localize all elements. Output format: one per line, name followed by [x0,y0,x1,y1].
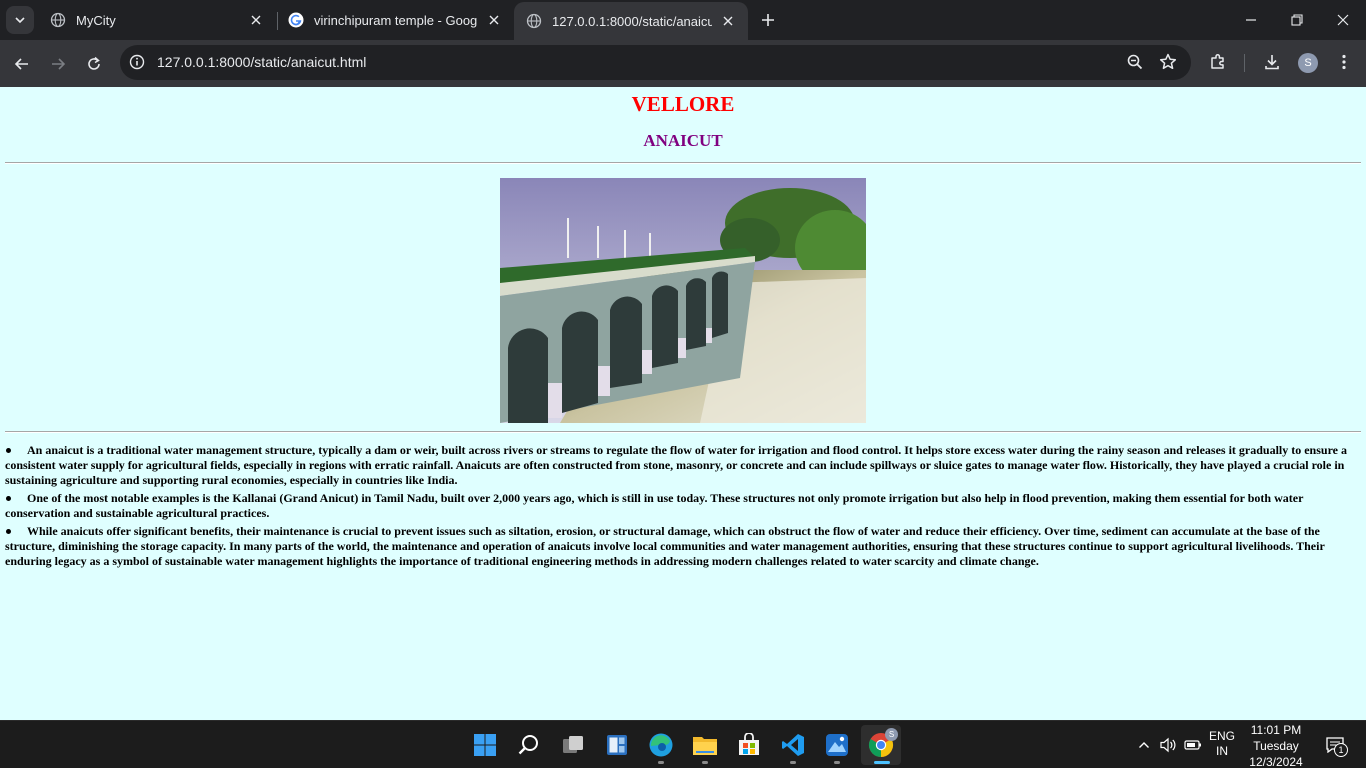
language-region: IN [1216,744,1228,758]
description-list: An anaicut is a traditional water manage… [5,443,1355,572]
restore-icon [1291,14,1303,26]
tab-google-search[interactable]: virinchipuram temple - Google [276,0,514,40]
anaicut-photo [500,178,866,423]
search-icon [518,735,538,755]
bullet-icon [6,448,11,453]
battery-icon [1184,740,1201,750]
bullet-icon [6,496,11,501]
vscode-app[interactable] [773,725,813,765]
running-indicator [834,761,840,764]
reload-icon [88,56,100,70]
globe-icon [50,12,66,28]
extensions-icon[interactable] [1208,52,1228,72]
bookmark-star-icon[interactable] [1158,52,1178,72]
close-icon[interactable] [248,12,264,28]
arrow-left-icon [14,58,28,70]
list-item-text: An anaicut is a traditional water manage… [5,443,1348,487]
volume-button[interactable] [1156,721,1180,768]
web-page: VELLORE ANAICUT An anaicut is a traditio… [0,87,1366,720]
close-window-button[interactable] [1320,0,1366,40]
tab-mycity[interactable]: MyCity [38,0,276,40]
task-view-button[interactable] [553,725,593,765]
info-icon[interactable] [128,53,146,71]
file-explorer-icon [693,737,717,755]
bullet-icon [6,529,11,534]
forward-button[interactable] [44,50,72,78]
horizontal-rule [5,431,1361,433]
toolbar-divider [1244,54,1245,72]
edge-icon [649,733,673,757]
list-item: An anaicut is a traditional water manage… [5,443,1355,488]
tab-anaicut[interactable]: 127.0.0.1:8000/static/anaicut.htm [514,2,748,40]
edge-app[interactable] [641,725,681,765]
widgets-icon [607,735,627,755]
clock-time: 11:01 PM [1250,723,1302,737]
chrome-app[interactable]: S [861,725,901,765]
battery-button[interactable] [1182,721,1204,768]
language-code: ENG [1208,729,1235,743]
zoom-out-icon[interactable] [1125,52,1145,72]
store-app[interactable] [729,725,769,765]
running-indicator [874,761,890,764]
globe-icon [526,13,542,29]
back-button[interactable] [8,50,36,78]
tab-strip: MyCity virinchipuram temple - Google 127… [0,0,1366,40]
running-indicator [658,761,664,764]
photos-app[interactable] [817,725,857,765]
photos-icon [826,734,848,756]
widgets-button[interactable] [597,725,637,765]
page-subtitle: ANAICUT [643,131,723,150]
plus-icon [762,14,774,26]
more-menu-icon[interactable] [1334,52,1354,72]
language-indicator[interactable]: ENG IN [1206,729,1238,759]
store-icon [739,733,759,755]
chevron-down-icon [15,17,25,24]
close-icon [1337,14,1349,26]
list-item: One of the most notable examples is the … [5,491,1355,521]
running-indicator [702,761,708,764]
restore-button[interactable] [1274,0,1320,40]
arrow-right-icon [52,58,66,70]
vscode-icon [782,734,804,756]
list-item: While anaicuts offer significant benefit… [5,524,1355,569]
volume-icon [1160,737,1176,753]
horizontal-rule [5,162,1361,164]
list-item-text: While anaicuts offer significant benefit… [5,524,1325,568]
windows-taskbar: S ENG IN 11:01 PM Tuesday 12/3/2024 [0,720,1366,768]
tab-title: 127.0.0.1:8000/static/anaicut.htm [552,13,712,29]
file-explorer-app[interactable] [685,725,725,765]
chevron-up-icon [1139,742,1149,748]
clock[interactable]: 11:01 PM Tuesday 12/3/2024 [1244,722,1308,768]
task-view-icon [563,736,583,753]
list-item-text: One of the most notable examples is the … [5,491,1304,520]
tab-search-button[interactable] [6,6,34,34]
reload-button[interactable] [80,50,108,78]
start-button[interactable] [465,725,505,765]
taskbar-search-button[interactable] [509,725,549,765]
show-hidden-icons-button[interactable] [1134,721,1154,768]
notification-count-badge: 1 [1334,743,1348,757]
tab-title: virinchipuram temple - Google [314,12,478,28]
page-title: VELLORE [631,92,735,116]
profile-avatar[interactable]: S [1298,53,1318,73]
clock-day: Tuesday [1253,739,1299,753]
close-icon[interactable] [486,12,502,28]
clock-date: 12/3/2024 [1249,755,1303,768]
profile-badge: S [885,728,898,741]
start-icon [474,734,496,756]
new-tab-button[interactable] [756,8,780,32]
url-text[interactable]: 127.0.0.1:8000/static/anaicut.html [157,54,366,70]
close-icon[interactable] [720,13,736,29]
tab-title: MyCity [76,12,116,28]
google-icon [288,12,304,28]
minimize-button[interactable] [1228,0,1274,40]
download-icon[interactable] [1262,52,1282,72]
running-indicator [790,761,796,764]
minimize-icon [1246,19,1256,21]
